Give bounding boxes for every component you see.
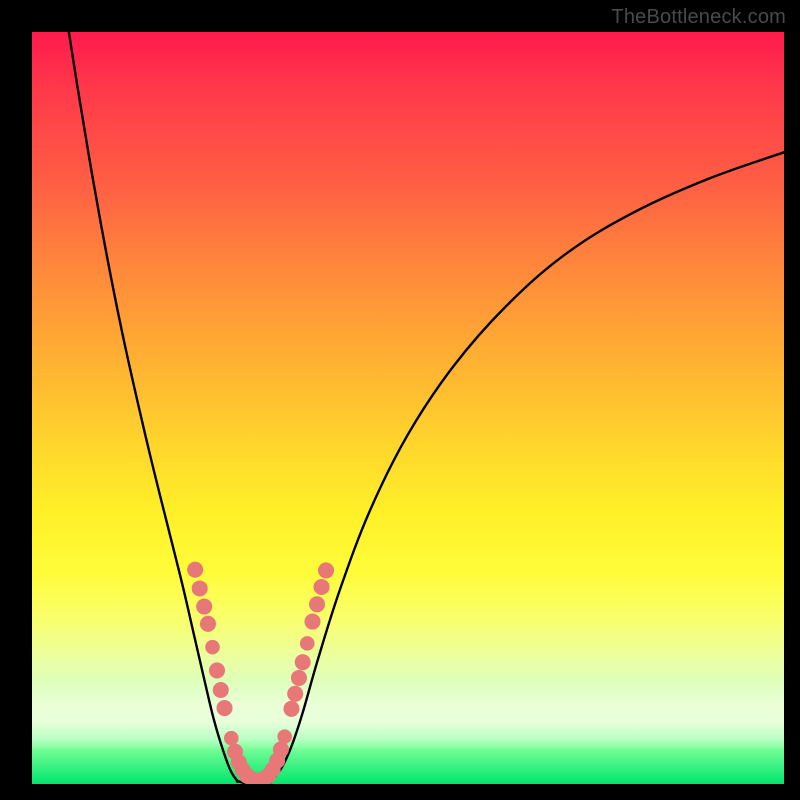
plot-area [32,32,784,784]
curve-marker [283,701,299,717]
curve-layer [32,32,784,784]
curve-marker [287,686,303,702]
curve-marker [295,654,311,670]
attribution-text: TheBottleneck.com [611,6,786,29]
chart-frame: TheBottleneck.com [0,0,800,800]
curve-marker [313,579,329,595]
curve-marker [205,640,220,655]
curve-marker [304,614,320,630]
curve-marker [209,662,225,678]
curve-marker [277,729,292,744]
curve-marker [187,562,203,578]
curve-marker [300,636,315,651]
curve-marker [273,741,289,757]
curve-marker [192,580,208,596]
curve-marker [213,682,229,698]
curve-marker [291,670,307,686]
curve-markers [187,562,334,784]
curve-marker [196,599,212,615]
curve-marker [309,596,325,612]
curve-marker [318,562,334,578]
bottleneck-curve [69,32,784,784]
curve-marker [224,731,239,746]
curve-marker [216,700,232,716]
curve-marker [200,616,216,632]
